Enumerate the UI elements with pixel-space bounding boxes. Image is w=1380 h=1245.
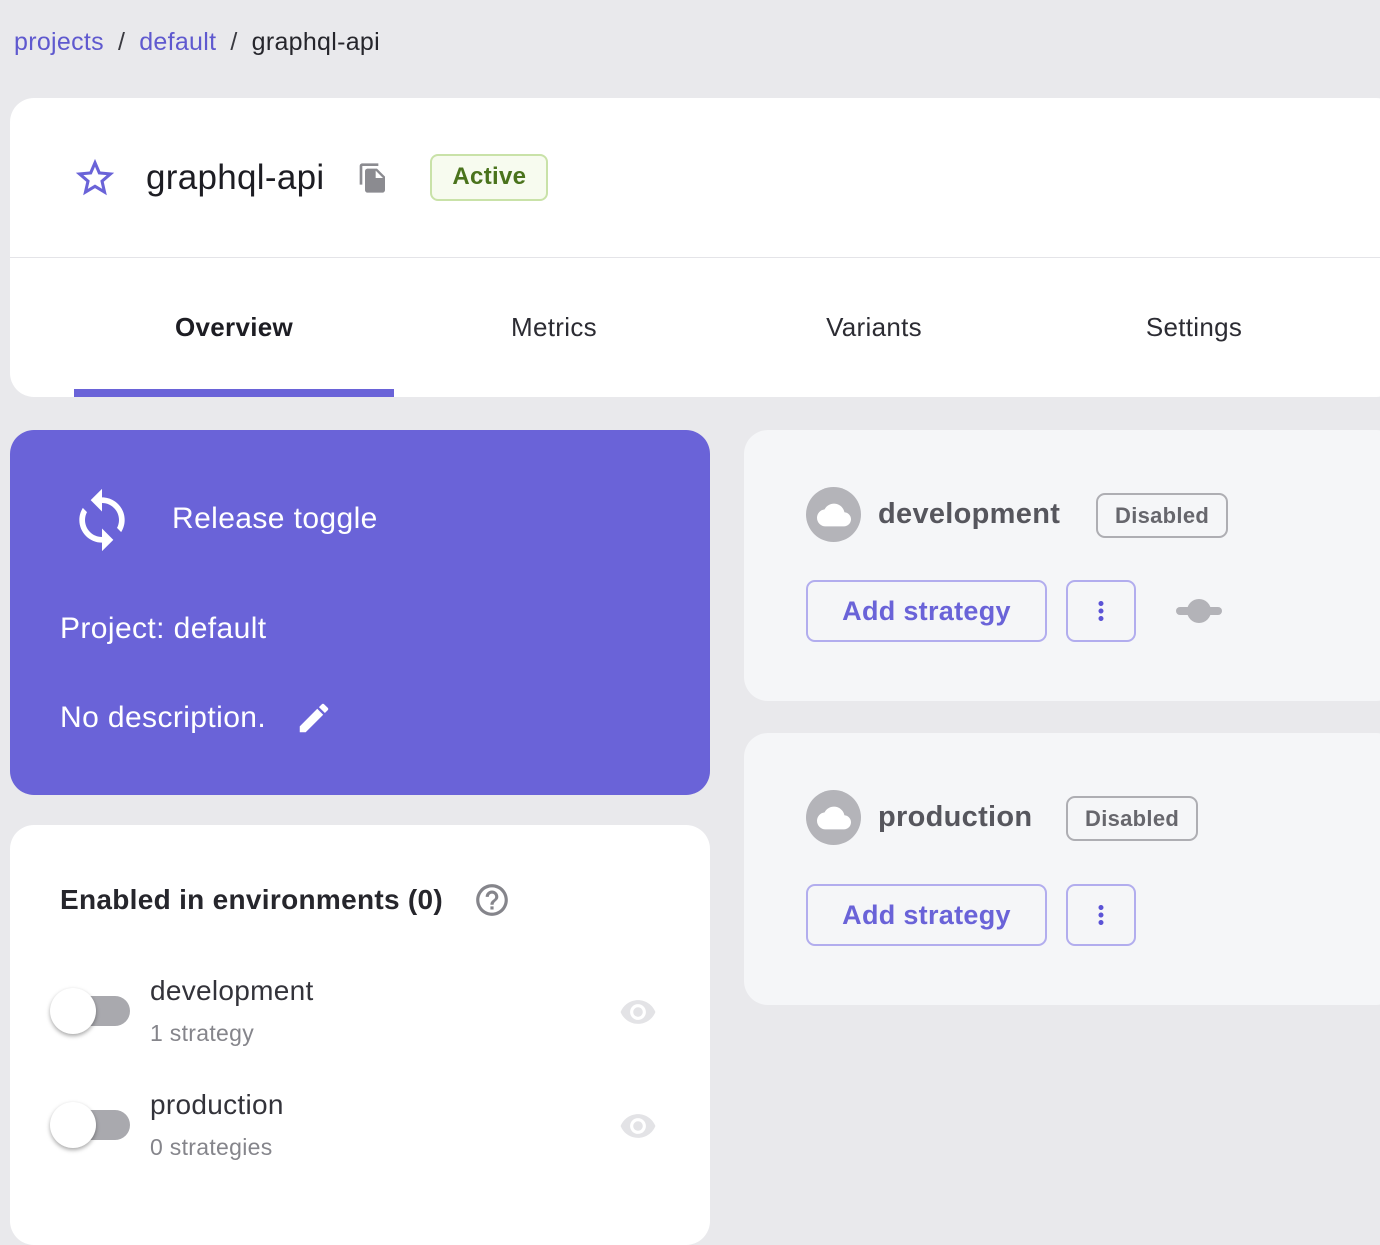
breadcrumb-current-feature: graphql-api — [251, 28, 380, 56]
breadcrumb: projects / default / graphql-api — [14, 28, 380, 57]
more-actions-button[interactable] — [1066, 580, 1136, 642]
tab-overview[interactable]: Overview — [74, 258, 394, 397]
environment-name: development — [878, 498, 1061, 530]
env-row-development-name: development — [150, 975, 314, 1006]
environment-name: production — [878, 801, 1033, 833]
page-title: graphql-api — [146, 157, 325, 197]
enabled-environments-title: Enabled in environments (0) — [60, 884, 444, 915]
tab-overview-label: Overview — [174, 312, 294, 342]
env-row-development-strategies: 1 strategy — [150, 1020, 254, 1046]
env-row-production-name: production — [150, 1089, 284, 1120]
toggle-info-card: Release toggle Project: default No descr… — [10, 430, 710, 795]
feature-header: graphql-api Active — [10, 98, 1380, 257]
cloud-icon — [816, 806, 851, 829]
environment-avatar — [806, 790, 861, 845]
help-icon[interactable] — [473, 881, 511, 919]
environment-avatar — [806, 487, 861, 542]
star-outline-icon — [75, 158, 115, 195]
breadcrumb-link-projects[interactable]: projects — [14, 28, 104, 57]
switch-thumb — [50, 988, 96, 1034]
active-tab-underline — [74, 389, 394, 397]
add-strategy-button[interactable]: Add strategy — [806, 884, 1047, 946]
env-row-production-strategies: 0 strategies — [150, 1134, 273, 1160]
loop-icon — [79, 488, 125, 552]
toggle-development[interactable] — [50, 988, 134, 1034]
tab-settings[interactable]: Settings — [1034, 258, 1354, 397]
status-badge: Active — [430, 154, 549, 201]
tab-settings-label: Settings — [1145, 312, 1243, 342]
project-label: Project: default — [60, 612, 267, 645]
edit-description-button[interactable] — [294, 698, 334, 738]
environment-card-production: production Disabled Add strategy — [744, 733, 1380, 1005]
enabled-environments-panel: Enabled in environments (0) development … — [10, 825, 710, 1245]
toggle-production[interactable] — [50, 1102, 134, 1148]
add-strategy-button[interactable]: Add strategy — [806, 580, 1047, 642]
description-row: No description. — [60, 698, 334, 738]
environment-status-badge: Disabled — [1066, 796, 1199, 841]
copy-name-button[interactable] — [356, 161, 390, 195]
kebab-icon — [1098, 601, 1104, 621]
pencil-icon — [299, 703, 329, 733]
breadcrumb-separator: / — [230, 28, 238, 56]
toggle-type-label: Release toggle — [172, 502, 378, 535]
tab-metrics[interactable]: Metrics — [394, 258, 714, 397]
breadcrumb-link-default[interactable]: default — [139, 28, 216, 57]
environment-card-development: development Disabled Add strategy — [744, 430, 1380, 701]
kebab-icon — [1098, 905, 1104, 925]
description-text: No description. — [60, 701, 267, 734]
tab-metrics-label: Metrics — [511, 312, 597, 342]
eye-icon[interactable] — [614, 993, 662, 1031]
eye-icon[interactable] — [614, 1107, 662, 1145]
switch-thumb — [50, 1102, 96, 1148]
tab-variants-label: Variants — [826, 312, 922, 342]
strategy-slider-icon — [1176, 599, 1222, 623]
feature-header-card: graphql-api Active Overview Metrics Vari… — [10, 98, 1380, 397]
tab-bar: Overview Metrics Variants Settings — [10, 257, 1380, 397]
environment-status-badge: Disabled — [1096, 493, 1229, 538]
copy-icon — [360, 162, 386, 193]
breadcrumb-separator: / — [117, 28, 126, 56]
more-actions-button[interactable] — [1066, 884, 1136, 946]
tab-variants[interactable]: Variants — [714, 258, 1034, 397]
favorite-button[interactable] — [72, 155, 118, 201]
cloud-icon — [816, 503, 851, 526]
